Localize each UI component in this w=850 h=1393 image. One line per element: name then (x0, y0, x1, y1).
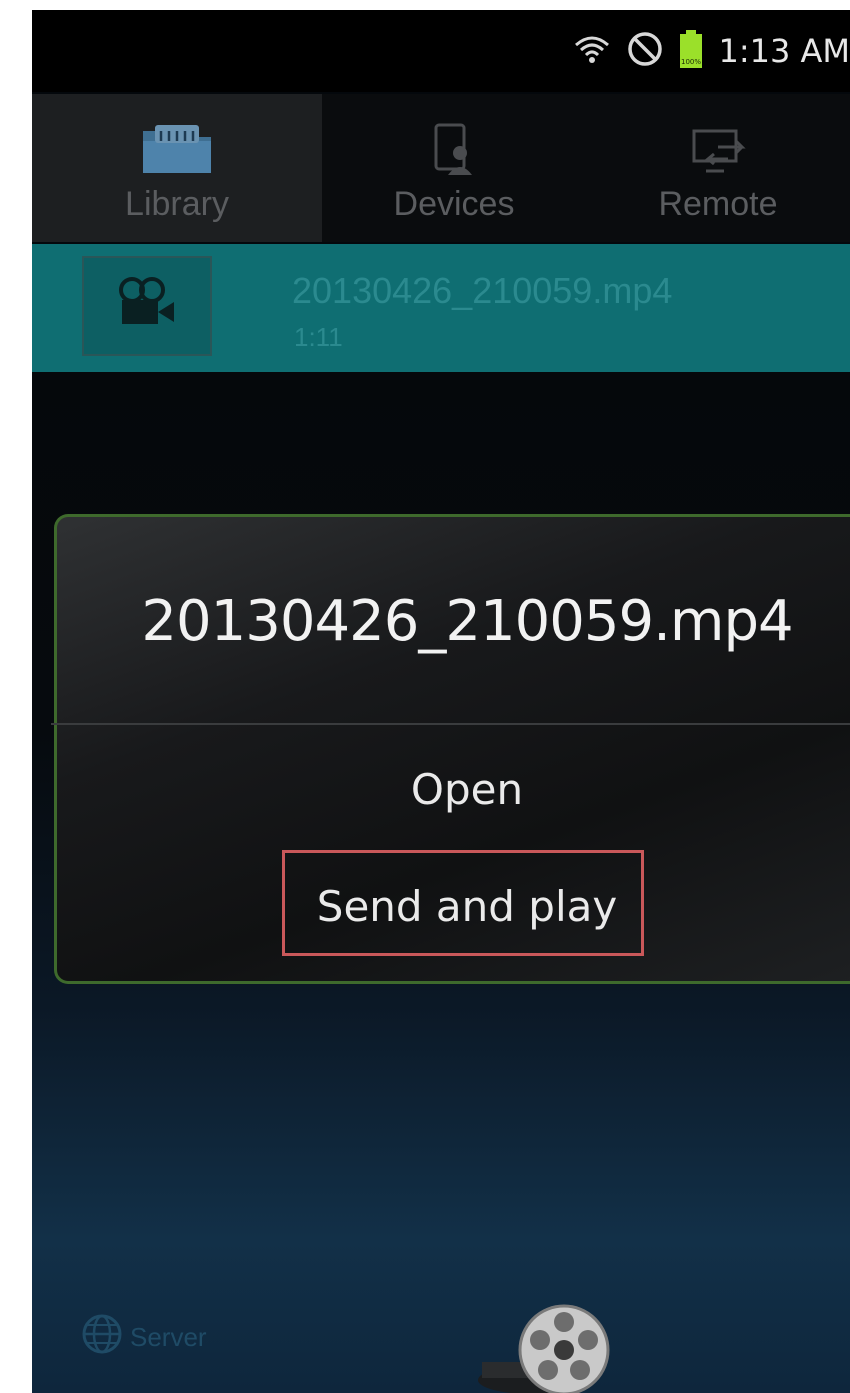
film-reel-icon[interactable] (472, 1300, 612, 1393)
dialog-divider (51, 723, 850, 725)
tab-bar: Library Devices Remote (32, 94, 850, 242)
tab-remote[interactable]: Remote (586, 94, 850, 242)
tab-devices-label: Devices (393, 185, 515, 223)
globe-icon (80, 1312, 124, 1363)
video-camera-icon (112, 276, 182, 336)
phone-screen: 100% 1:13 AM Library Devices Remote 2013… (32, 10, 850, 1393)
svg-text:100%: 100% (681, 58, 701, 66)
tab-devices[interactable]: Devices (322, 94, 586, 242)
device-person-icon (426, 121, 482, 181)
status-bar: 100% 1:13 AM (32, 10, 850, 92)
status-icons: 100% 1:13 AM (572, 10, 850, 92)
screen-arrows-icon (688, 125, 748, 181)
folder-icon (139, 121, 215, 181)
status-time: 1:13 AM (718, 32, 850, 70)
video-thumbnail (82, 256, 212, 356)
list-item-title: 20130426_210059.mp4 (292, 270, 673, 311)
server-button[interactable]: Server (80, 1312, 207, 1363)
wifi-icon (572, 31, 612, 71)
list-item[interactable]: 20130426_210059.mp4 1:11 (32, 244, 850, 372)
open-option[interactable]: Open (57, 765, 850, 814)
blocked-icon (626, 30, 664, 72)
dialog-title: 20130426_210059.mp4 (141, 589, 793, 654)
highlight-box (282, 850, 644, 956)
server-label: Server (130, 1322, 207, 1352)
tab-remote-label: Remote (658, 185, 778, 223)
tab-library[interactable]: Library (32, 94, 322, 242)
list-item-duration: 1:11 (294, 322, 343, 352)
battery-icon: 100% (678, 29, 704, 73)
tab-library-label: Library (125, 185, 229, 223)
